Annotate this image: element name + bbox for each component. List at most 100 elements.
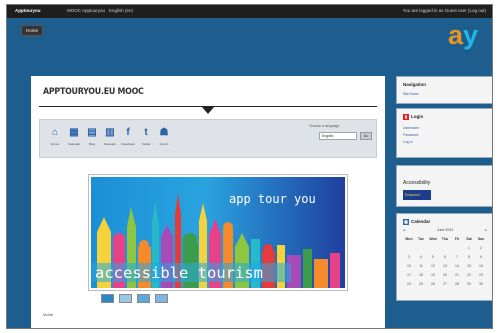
login-link[interactable]: Log in — [403, 140, 413, 144]
nav-link-home[interactable]: Site home — [403, 92, 419, 96]
course-content: APPTOURYOU.EU MOOC ⌂ Home ▦ Calendar ▤ B… — [31, 76, 385, 328]
calendar-day — [427, 246, 439, 255]
chevron-left-icon[interactable]: ◂ — [403, 228, 405, 232]
calendar-day[interactable]: 30 — [475, 282, 487, 291]
calendar-day[interactable]: 1 — [463, 246, 475, 255]
banner-title: app tour you — [229, 192, 316, 206]
calendar-week-row: 10 11 12 13 14 15 16 — [403, 264, 487, 273]
calendar-day[interactable]: 17 — [403, 273, 415, 282]
toolbar-label: Twitter — [141, 142, 151, 146]
calendar-day[interactable]: 11 — [415, 264, 427, 273]
calendar-day[interactable]: 2 — [475, 246, 487, 255]
calendar-day[interactable]: 29 — [463, 282, 475, 291]
calendar-icon: ▦ — [69, 127, 79, 138]
navigation-block-title: Navigation — [403, 82, 427, 87]
calendar-day[interactable]: 4 — [415, 255, 427, 264]
language-menu[interactable]: English (en) — [109, 8, 133, 13]
toolbar-forum[interactable]: ☗ Forum — [155, 126, 173, 146]
calendar-day[interactable]: 13 — [439, 264, 451, 273]
calendar-day[interactable]: 16 — [475, 264, 487, 273]
toolbar-label: Facebook — [121, 142, 135, 146]
calendar-weekday: Wed — [429, 237, 437, 241]
calendar-day[interactable]: 26 — [427, 282, 439, 291]
calendar-day[interactable]: 3 — [403, 255, 415, 264]
calendar-week-row: 17 18 19 20 21 22 23 — [403, 273, 487, 282]
logo-letter-y: y — [462, 20, 478, 50]
calendar-day[interactable]: 5 — [427, 255, 439, 264]
facebook-icon: f — [126, 127, 130, 138]
book-icon: ▤ — [87, 127, 97, 138]
site-menu-item[interactable]: MOOC Apptouryou — [67, 8, 105, 13]
calendar-weekday: Thu — [441, 237, 449, 241]
site-logo[interactable]: ay — [448, 22, 478, 49]
course-toolbar: ⌂ Home ▦ Calendar ▤ Blog ▥ Glossary f Fa… — [39, 119, 377, 158]
site-brand-link[interactable]: Apptouryou — [15, 8, 41, 13]
calendar-day[interactable]: 15 — [463, 264, 475, 273]
course-banner: app tour you accessible tourism — [88, 174, 348, 291]
toolbar-home[interactable]: ⌂ Home — [46, 126, 64, 146]
toolbar-blog[interactable]: ▤ Blog — [83, 126, 101, 146]
language-go-button[interactable]: Go — [360, 132, 372, 140]
calendar-weekday: Tue — [418, 237, 424, 241]
toolbar-label: Glossary — [104, 142, 116, 146]
accessibility-title: Accessibility — [403, 180, 431, 186]
calendar-day[interactable]: 9 — [475, 255, 487, 264]
thumbnail[interactable] — [101, 294, 114, 303]
password-field-label[interactable]: Password — [403, 133, 418, 137]
calendar-day[interactable]: 25 — [415, 282, 427, 291]
calendar-day[interactable]: 14 — [451, 264, 463, 273]
calendar-day — [403, 246, 415, 255]
toolbar-calendar[interactable]: ▦ Calendar — [65, 126, 83, 146]
calendar-day[interactable]: 18 — [415, 273, 427, 282]
toolbar-label: Forum — [159, 142, 169, 146]
calendar-day[interactable]: 28 — [451, 282, 463, 291]
thumbnail[interactable] — [155, 294, 168, 303]
lock-icon: ▮ — [403, 114, 409, 120]
login-block: ▮ Login Username Password Log in — [396, 108, 492, 158]
calendar-weekday: Sat — [466, 237, 472, 241]
toolbar-facebook[interactable]: f Facebook — [119, 126, 137, 146]
thumbnail[interactable] — [119, 294, 132, 303]
calendar-day — [439, 246, 451, 255]
banner-image: app tour you accessible tourism — [91, 177, 345, 288]
calendar-day[interactable]: 23 — [475, 273, 487, 282]
chevron-right-icon[interactable]: ▸ — [485, 228, 487, 232]
browser-frame: Apptouryou MOOC Apptouryou English (en) … — [6, 4, 493, 329]
calendar-day — [415, 246, 427, 255]
calendar-day[interactable]: 20 — [439, 273, 451, 282]
username-field-label[interactable]: Username — [403, 126, 419, 130]
banner-subtitle: accessible tourism — [95, 264, 263, 282]
accessibility-block: Accessibility Erasmus+ — [396, 165, 492, 207]
toolbar-glossary[interactable]: ▥ Glossary — [101, 126, 119, 146]
toolbar-label: Blog — [88, 142, 95, 146]
logo-letter-a: a — [447, 20, 463, 50]
toolbar-label: Calendar — [67, 142, 81, 146]
calendar-week-row: 12 — [403, 246, 487, 255]
calendar-day[interactable]: 7 — [451, 255, 463, 264]
calendar-day[interactable]: 22 — [463, 273, 475, 282]
calendar-day[interactable]: 24 — [403, 282, 415, 291]
calendar-day[interactable]: 21 — [451, 273, 463, 282]
calendar-day[interactable]: 27 — [439, 282, 451, 291]
calendar-weekday: Fri — [454, 237, 460, 241]
top-navbar: Apptouryou MOOC Apptouryou English (en) … — [7, 5, 492, 18]
language-select[interactable]: English — [319, 132, 357, 140]
calendar-grid: Mon Tue Wed Thu Fri Sat Sun 1 2 3 4 5 6 7 8 9 10 11 12 13 14… — [403, 237, 487, 291]
calendar-header: ◂ June 2024 ▸ — [403, 228, 487, 234]
home-icon: ⌂ — [51, 127, 59, 138]
home-button[interactable]: Home — [21, 25, 43, 36]
forum-icon: ☗ — [159, 127, 169, 138]
dictionary-icon: ▥ — [105, 127, 115, 138]
calendar-day[interactable]: 10 — [403, 264, 415, 273]
thumbnail[interactable] — [137, 294, 150, 303]
toolbar-twitter[interactable]: t Twitter — [137, 126, 155, 146]
login-info[interactable]: You are logged in as Guest user (Log out… — [403, 8, 486, 13]
erasmus-logo: Erasmus+ — [403, 190, 431, 200]
calendar-day[interactable]: 8 — [463, 255, 475, 264]
calendar-day[interactable]: 19 — [427, 273, 439, 282]
title-pointer — [202, 107, 214, 114]
calendar-weekday: Sun — [477, 237, 485, 241]
calendar-day[interactable]: 6 — [439, 255, 451, 264]
calendar-day[interactable]: 12 — [427, 264, 439, 273]
calendar-block: ▦ Calendar ◂ June 2024 ▸ Mon Tue Wed Thu Fri S… — [396, 213, 492, 301]
